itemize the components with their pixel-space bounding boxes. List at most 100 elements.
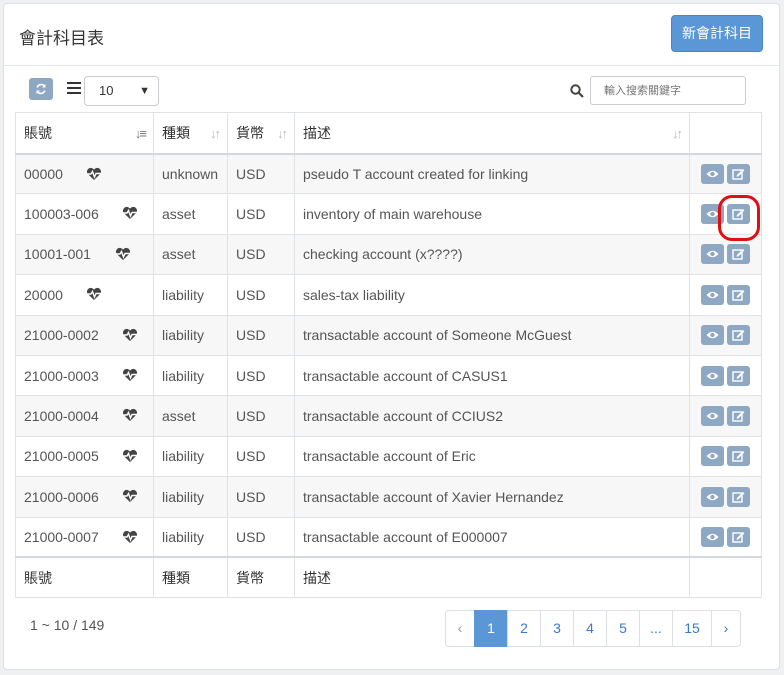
column-header-actions	[689, 112, 762, 155]
description-cell: transactable account of Eric	[294, 435, 690, 478]
page-size-select[interactable]: 10 ▼	[84, 76, 159, 106]
table-row: 00000 unknown USD pseudo T account created …	[15, 152, 762, 195]
view-button[interactable]	[701, 446, 724, 467]
table-row: 10001-001 asset USD checking account (x????…	[15, 233, 762, 276]
type-cell: liability	[153, 516, 228, 558]
column-header-currency[interactable]: 貨幣 ↓↑	[227, 112, 295, 155]
page-2[interactable]: 2	[507, 610, 541, 647]
edit-button[interactable]	[727, 325, 750, 346]
footer-actions	[689, 556, 762, 598]
heartbeat-icon	[86, 167, 102, 181]
description-cell: transactable account of Someone McGuest	[294, 314, 690, 356]
table-toolbar: 10 ▼	[0, 62, 784, 112]
view-button[interactable]	[701, 406, 724, 427]
view-button[interactable]	[701, 163, 724, 184]
sort-icon: ↓↑	[210, 126, 221, 141]
currency-cell: USD	[227, 274, 295, 316]
heartbeat-icon	[86, 287, 102, 301]
account-cell: 20000	[15, 274, 154, 316]
edit-button[interactable]	[727, 526, 750, 547]
type-cell: liability	[153, 435, 228, 478]
page-15[interactable]: 15	[672, 610, 712, 647]
account-number: 21000-0002	[24, 327, 99, 344]
refresh-button[interactable]	[29, 78, 53, 100]
account-number: 21000-0003	[24, 367, 99, 384]
accounts-table: 賬號 ↓≡ 種類 ↓↑ 貨幣 ↓↑ 描述 ↓↑ 00000 unknown USD pseud…	[15, 112, 762, 598]
account-cell: 21000-0003	[15, 354, 154, 397]
account-number: 21000-0007	[24, 528, 99, 545]
description-cell: inventory of main warehouse	[294, 193, 690, 235]
prev-page-button[interactable]: ‹	[445, 610, 475, 647]
account-number: 20000	[24, 286, 63, 303]
type-cell: asset	[153, 233, 228, 276]
footer-type: 種類	[153, 556, 228, 598]
type-cell: liability	[153, 354, 228, 397]
edit-button[interactable]	[727, 365, 750, 386]
sort-icon: ↓↑	[672, 126, 683, 141]
view-button[interactable]	[701, 486, 724, 507]
table-row: 20000 liability USD sales-tax liability	[15, 274, 762, 316]
description-cell: pseudo T account created for linking	[294, 152, 690, 195]
new-account-button[interactable]: 新會計科目	[671, 15, 763, 52]
currency-cell: USD	[227, 193, 295, 235]
table-header-row: 賬號 ↓≡ 種類 ↓↑ 貨幣 ↓↑ 描述 ↓↑	[15, 112, 762, 155]
account-number: 00000	[24, 165, 63, 182]
actions-cell	[689, 476, 762, 518]
account-cell: 21000-0005	[15, 435, 154, 478]
next-page-button[interactable]: ›	[711, 610, 741, 647]
description-cell: checking account (x????)	[294, 233, 690, 276]
column-header-account[interactable]: 賬號 ↓≡	[15, 112, 154, 155]
description-cell: transactable account of CASUS1	[294, 354, 690, 397]
account-cell: 10001-001	[15, 233, 154, 276]
account-number: 100003-006	[24, 206, 99, 223]
pagination: ‹ 1 2 3 4 5... 15 ›	[445, 610, 741, 647]
account-cell: 00000	[15, 152, 154, 195]
currency-cell: USD	[227, 152, 295, 195]
page-1[interactable]: 1	[474, 610, 508, 647]
page-3[interactable]: 3	[540, 610, 574, 647]
edit-button[interactable]	[727, 284, 750, 305]
heartbeat-icon	[122, 530, 138, 544]
table-row: 21000-0005 liability USD transactable accou…	[15, 435, 762, 478]
table-row: 21000-0007 liability USD transactable accou…	[15, 516, 762, 558]
page-5[interactable]: 5	[606, 610, 640, 647]
actions-cell	[689, 435, 762, 478]
view-button[interactable]	[701, 526, 724, 547]
type-cell: unknown	[153, 152, 228, 195]
edit-button[interactable]	[727, 486, 750, 507]
actions-cell	[689, 395, 762, 437]
account-number: 10001-001	[24, 246, 91, 263]
currency-cell: USD	[227, 476, 295, 518]
heartbeat-icon	[122, 206, 138, 220]
heartbeat-icon	[115, 247, 131, 261]
column-header-type[interactable]: 種類 ↓↑	[153, 112, 228, 155]
search-input[interactable]	[590, 76, 746, 105]
sort-icon: ↓↑	[277, 126, 288, 141]
account-cell: 21000-0006	[15, 476, 154, 518]
page-title: 會計科目表	[19, 29, 104, 48]
currency-cell: USD	[227, 516, 295, 558]
heartbeat-icon	[122, 408, 138, 422]
edit-button[interactable]	[727, 244, 750, 265]
search-icon	[570, 84, 584, 98]
edit-button[interactable]	[727, 163, 750, 184]
description-cell: transactable account of CCIUS2	[294, 395, 690, 437]
type-cell: liability	[153, 314, 228, 356]
view-button[interactable]	[701, 325, 724, 346]
view-button[interactable]	[701, 244, 724, 265]
account-number: 21000-0006	[24, 488, 99, 505]
page-4[interactable]: 4	[573, 610, 607, 647]
chevron-down-icon: ▼	[139, 85, 150, 97]
page-size-value: 10	[99, 83, 114, 98]
pagination-info: 1 ~ 10 / 149	[30, 617, 105, 633]
account-cell: 100003-006	[15, 193, 154, 235]
view-button[interactable]	[701, 365, 724, 386]
column-header-description[interactable]: 描述 ↓↑	[294, 112, 690, 155]
currency-cell: USD	[227, 395, 295, 437]
edit-button[interactable]	[727, 406, 750, 427]
list-icon	[67, 82, 81, 96]
view-button[interactable]	[701, 284, 724, 305]
edit-button[interactable]	[727, 446, 750, 467]
refresh-icon	[36, 83, 46, 95]
footer-currency: 貨幣	[227, 556, 295, 598]
